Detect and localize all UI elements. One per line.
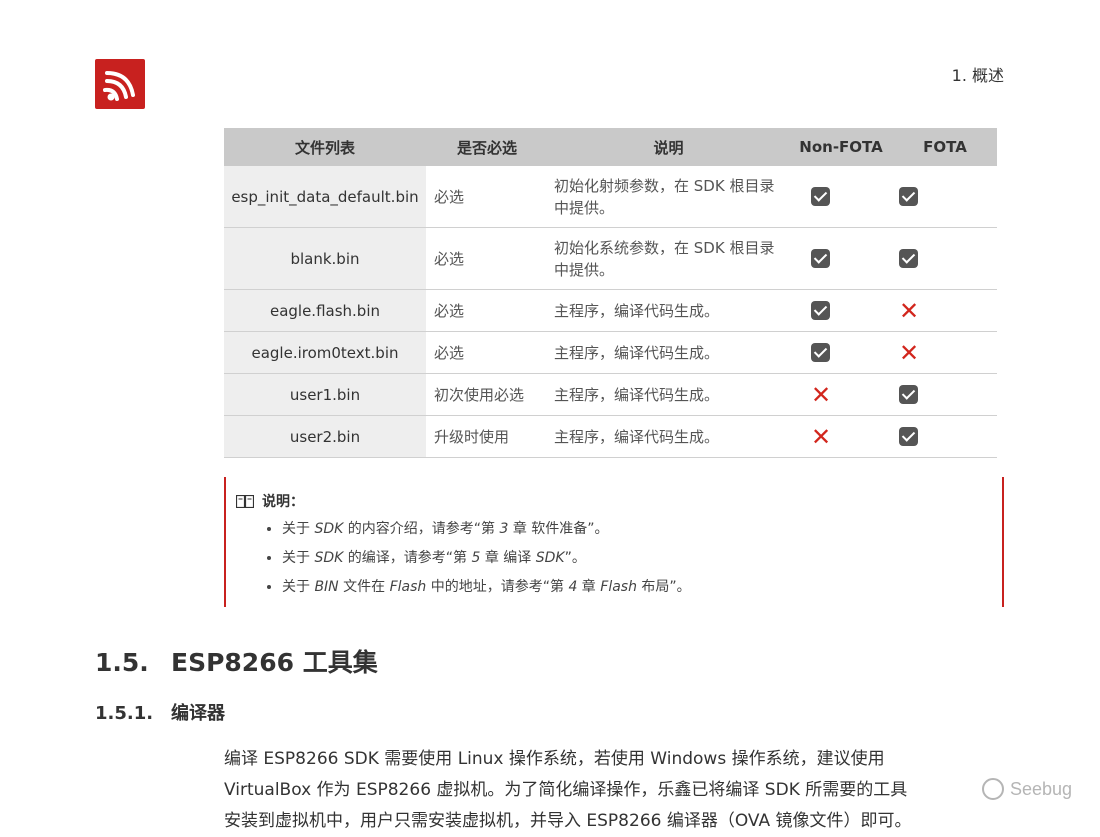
col-header-file: 文件列表 <box>224 128 426 166</box>
table-row: user2.bin 升级时使用 主程序，编译代码生成。 ✕ <box>224 415 997 458</box>
col-header-fota: FOTA <box>893 128 997 166</box>
required-cell: 必选 <box>426 331 548 374</box>
nonfota-cell: ✕ <box>789 373 893 416</box>
note-item: 关于 SDK 的编译，请参考“第 5 章 编译 SDK”。 <box>282 548 691 577</box>
note-list: 关于 SDK 的内容介绍，请参考“第 3 章 软件准备”。 关于 SDK 的编译… <box>226 519 691 606</box>
note-item: 关于 SDK 的内容介绍，请参考“第 3 章 软件准备”。 <box>282 519 691 548</box>
check-icon <box>811 249 830 268</box>
nonfota-cell <box>789 331 893 374</box>
note-item: 关于 BIN 文件在 Flash 中的地址，请参考“第 4 章 Flash 布局… <box>282 577 691 606</box>
watermark-text: Seebug <box>1009 778 1072 799</box>
check-icon <box>899 427 918 446</box>
cross-icon: ✕ <box>899 296 920 325</box>
paragraph-line: 编译 ESP8266 SDK 需要使用 Linux 操作系统，若使用 Windo… <box>224 749 885 769</box>
fota-cell: ✕ <box>893 331 997 374</box>
file-name-cell: eagle.irom0text.bin <box>224 331 426 374</box>
file-name-cell: eagle.flash.bin <box>224 289 426 332</box>
paragraph-line: 安装到虚拟机中，用户只需安装虚拟机，并导入 ESP8266 编译器（OVA 镜像… <box>224 811 912 831</box>
section-header: 1. 概述 <box>951 66 1004 85</box>
desc-cell: 初始化系统参数，在 SDK 根目录中提供。 <box>548 227 789 290</box>
espressif-logo <box>95 59 145 109</box>
body-paragraph: 编译 ESP8266 SDK 需要使用 Linux 操作系统，若使用 Windo… <box>224 744 1004 837</box>
note-title: 说明： <box>236 491 304 511</box>
cross-icon: ✕ <box>811 380 832 409</box>
fota-cell <box>893 227 997 290</box>
required-cell: 初次使用必选 <box>426 373 548 416</box>
table-row: esp_init_data_default.bin 必选 初始化射频参数，在 S… <box>224 166 997 228</box>
note-title-text: 说明： <box>262 494 304 510</box>
table-header-row: 文件列表 是否必选 说明 Non-FOTA FOTA <box>224 128 997 166</box>
note-box: 说明： 关于 SDK 的内容介绍，请参考“第 3 章 软件准备”。 关于 SDK… <box>224 477 1004 607</box>
desc-cell: 初始化射频参数，在 SDK 根目录中提供。 <box>548 166 789 228</box>
nonfota-cell <box>789 227 893 290</box>
col-header-nonfota: Non-FOTA <box>789 128 893 166</box>
nonfota-cell <box>789 166 893 228</box>
col-header-desc: 说明 <box>548 128 789 166</box>
required-cell: 必选 <box>426 289 548 332</box>
required-cell: 必选 <box>426 227 548 290</box>
fota-cell <box>893 373 997 416</box>
section-number: 1.5. <box>95 648 149 677</box>
book-icon <box>236 494 254 508</box>
check-icon <box>899 385 918 404</box>
desc-cell: 主程序，编译代码生成。 <box>548 289 789 332</box>
check-icon <box>899 187 918 206</box>
check-icon <box>811 343 830 362</box>
file-list-table: 文件列表 是否必选 说明 Non-FOTA FOTA esp_init_data… <box>224 128 997 458</box>
desc-cell: 主程序，编译代码生成。 <box>548 373 789 416</box>
fota-cell <box>893 166 997 228</box>
table-row: blank.bin 必选 初始化系统参数，在 SDK 根目录中提供。 <box>224 227 997 290</box>
subsection-number: 1.5.1. <box>95 703 154 724</box>
table-row: user1.bin 初次使用必选 主程序，编译代码生成。 ✕ <box>224 373 997 416</box>
fota-cell <box>893 415 997 458</box>
check-icon <box>899 249 918 268</box>
section-heading: 1.5. ESP8266 工具集 <box>95 643 378 679</box>
desc-cell: 主程序，编译代码生成。 <box>548 415 789 458</box>
col-header-required: 是否必选 <box>426 128 548 166</box>
seebug-logo-icon <box>981 778 1004 800</box>
subsection-heading: 1.5.1. 编译器 <box>95 699 225 725</box>
fota-cell: ✕ <box>893 289 997 332</box>
seebug-watermark: Seebug <box>981 778 1072 800</box>
nonfota-cell <box>789 289 893 332</box>
file-name-cell: blank.bin <box>224 227 426 290</box>
nonfota-cell: ✕ <box>789 415 893 458</box>
cross-icon: ✕ <box>811 422 832 451</box>
file-name-cell: esp_init_data_default.bin <box>224 166 426 228</box>
cross-icon: ✕ <box>899 338 920 367</box>
file-name-cell: user2.bin <box>224 415 426 458</box>
file-name-cell: user1.bin <box>224 373 426 416</box>
required-cell: 升级时使用 <box>426 415 548 458</box>
paragraph-line: VirtualBox 作为 ESP8266 虚拟机。为了简化编译操作，乐鑫已将编… <box>224 780 908 800</box>
check-icon <box>811 187 830 206</box>
table-row: eagle.irom0text.bin 必选 主程序，编译代码生成。 ✕ <box>224 331 997 374</box>
table-row: eagle.flash.bin 必选 主程序，编译代码生成。 ✕ <box>224 289 997 332</box>
check-icon <box>811 301 830 320</box>
desc-cell: 主程序，编译代码生成。 <box>548 331 789 374</box>
required-cell: 必选 <box>426 166 548 228</box>
subsection-title: 编译器 <box>171 703 225 724</box>
section-title: ESP8266 工具集 <box>171 648 378 677</box>
